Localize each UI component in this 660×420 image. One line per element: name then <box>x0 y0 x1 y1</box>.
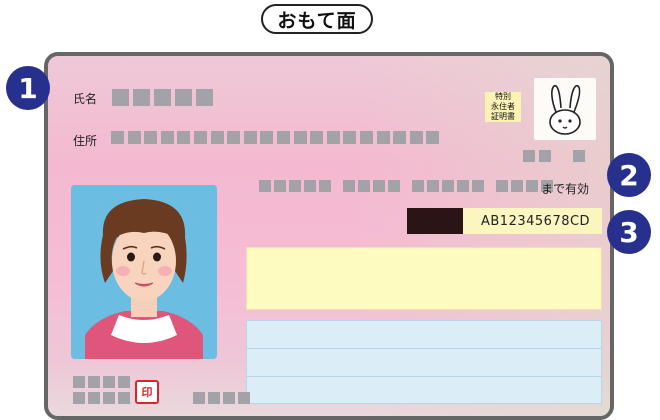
portrait-photo <box>71 185 217 359</box>
expiry-label: まで有効 <box>541 182 590 196</box>
callout-badge-1: 1 <box>6 66 50 110</box>
seal-stamp: 印 <box>135 380 159 404</box>
card-number-field: AB12345678CD <box>407 208 602 234</box>
address-redacted <box>111 131 440 144</box>
blue-info-field <box>246 320 602 404</box>
permit-type-label: 特別 永住者 証明書 <box>485 92 521 122</box>
name-label: 氏名 <box>73 92 98 106</box>
rabbit-icon <box>534 78 596 140</box>
yellow-info-field <box>246 247 602 310</box>
callout-badge-3: 3 <box>607 210 651 254</box>
validity-date-redacted <box>259 180 553 192</box>
address-label: 住所 <box>73 134 98 148</box>
page-title: おもて面 <box>261 4 373 34</box>
issue-redacted-row2 <box>73 392 130 404</box>
name-redacted <box>112 89 213 106</box>
small-redacted-top <box>523 150 585 162</box>
authority-redacted <box>193 392 250 404</box>
redacted-block <box>407 208 463 234</box>
card-number: AB12345678CD <box>481 213 591 229</box>
residence-card: 氏名 住所 特別 永住者 証明書 まで有効 AB12345678CD 印 <box>44 52 614 420</box>
issue-redacted-row1 <box>73 376 130 388</box>
callout-badge-2: 2 <box>607 153 651 197</box>
